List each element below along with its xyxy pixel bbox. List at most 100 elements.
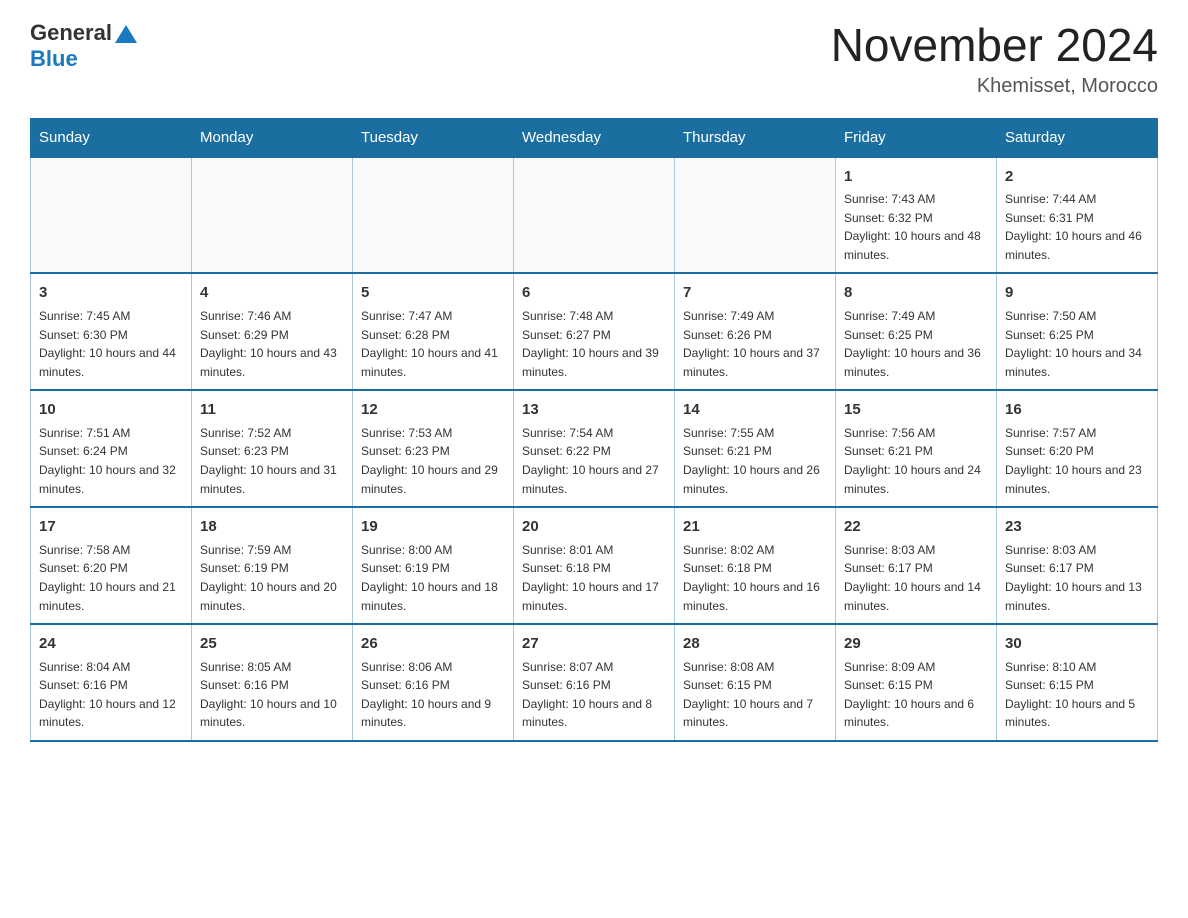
day-number: 8 xyxy=(844,282,988,305)
day-number: 16 xyxy=(1005,399,1149,422)
sun-info: Sunrise: 8:09 AM Sunset: 6:15 PM Dayligh… xyxy=(844,658,988,732)
calendar-cell: 5Sunrise: 7:47 AM Sunset: 6:28 PM Daylig… xyxy=(353,273,514,390)
sun-info: Sunrise: 7:47 AM Sunset: 6:28 PM Dayligh… xyxy=(361,307,505,381)
weekday-header-monday: Monday xyxy=(192,118,353,157)
day-number: 5 xyxy=(361,282,505,305)
day-number: 18 xyxy=(200,516,344,539)
sun-info: Sunrise: 7:57 AM Sunset: 6:20 PM Dayligh… xyxy=(1005,424,1149,498)
month-title: November 2024 xyxy=(831,20,1158,71)
calendar-cell xyxy=(675,157,836,274)
week-row-1: 1Sunrise: 7:43 AM Sunset: 6:32 PM Daylig… xyxy=(31,157,1158,274)
title-section: November 2024 Khemisset, Morocco xyxy=(831,20,1158,98)
day-number: 27 xyxy=(522,633,666,656)
calendar-cell: 23Sunrise: 8:03 AM Sunset: 6:17 PM Dayli… xyxy=(997,507,1158,624)
day-number: 30 xyxy=(1005,633,1149,656)
calendar-cell: 20Sunrise: 8:01 AM Sunset: 6:18 PM Dayli… xyxy=(514,507,675,624)
day-number: 24 xyxy=(39,633,183,656)
sun-info: Sunrise: 7:51 AM Sunset: 6:24 PM Dayligh… xyxy=(39,424,183,498)
day-number: 25 xyxy=(200,633,344,656)
logo: General Blue xyxy=(30,20,137,72)
calendar-cell: 9Sunrise: 7:50 AM Sunset: 6:25 PM Daylig… xyxy=(997,273,1158,390)
calendar-cell: 15Sunrise: 7:56 AM Sunset: 6:21 PM Dayli… xyxy=(836,390,997,507)
sun-info: Sunrise: 8:07 AM Sunset: 6:16 PM Dayligh… xyxy=(522,658,666,732)
day-number: 23 xyxy=(1005,516,1149,539)
day-number: 17 xyxy=(39,516,183,539)
sun-info: Sunrise: 8:03 AM Sunset: 6:17 PM Dayligh… xyxy=(1005,541,1149,615)
sun-info: Sunrise: 8:03 AM Sunset: 6:17 PM Dayligh… xyxy=(844,541,988,615)
day-number: 6 xyxy=(522,282,666,305)
calendar-cell: 26Sunrise: 8:06 AM Sunset: 6:16 PM Dayli… xyxy=(353,624,514,741)
day-number: 26 xyxy=(361,633,505,656)
calendar-cell: 4Sunrise: 7:46 AM Sunset: 6:29 PM Daylig… xyxy=(192,273,353,390)
day-number: 20 xyxy=(522,516,666,539)
weekday-header-wednesday: Wednesday xyxy=(514,118,675,157)
day-number: 1 xyxy=(844,166,988,189)
week-row-3: 10Sunrise: 7:51 AM Sunset: 6:24 PM Dayli… xyxy=(31,390,1158,507)
sun-info: Sunrise: 8:08 AM Sunset: 6:15 PM Dayligh… xyxy=(683,658,827,732)
sun-info: Sunrise: 7:56 AM Sunset: 6:21 PM Dayligh… xyxy=(844,424,988,498)
sun-info: Sunrise: 7:52 AM Sunset: 6:23 PM Dayligh… xyxy=(200,424,344,498)
weekday-header-sunday: Sunday xyxy=(31,118,192,157)
sun-info: Sunrise: 8:10 AM Sunset: 6:15 PM Dayligh… xyxy=(1005,658,1149,732)
calendar-cell: 18Sunrise: 7:59 AM Sunset: 6:19 PM Dayli… xyxy=(192,507,353,624)
weekday-header-thursday: Thursday xyxy=(675,118,836,157)
calendar-cell xyxy=(514,157,675,274)
calendar-cell: 28Sunrise: 8:08 AM Sunset: 6:15 PM Dayli… xyxy=(675,624,836,741)
day-number: 3 xyxy=(39,282,183,305)
sun-info: Sunrise: 7:44 AM Sunset: 6:31 PM Dayligh… xyxy=(1005,190,1149,264)
day-number: 21 xyxy=(683,516,827,539)
sun-info: Sunrise: 8:00 AM Sunset: 6:19 PM Dayligh… xyxy=(361,541,505,615)
week-row-2: 3Sunrise: 7:45 AM Sunset: 6:30 PM Daylig… xyxy=(31,273,1158,390)
day-number: 9 xyxy=(1005,282,1149,305)
calendar-cell: 11Sunrise: 7:52 AM Sunset: 6:23 PM Dayli… xyxy=(192,390,353,507)
calendar-table: SundayMondayTuesdayWednesdayThursdayFrid… xyxy=(30,118,1158,742)
location-subtitle: Khemisset, Morocco xyxy=(831,75,1158,98)
sun-info: Sunrise: 8:06 AM Sunset: 6:16 PM Dayligh… xyxy=(361,658,505,732)
day-number: 29 xyxy=(844,633,988,656)
calendar-cell: 27Sunrise: 8:07 AM Sunset: 6:16 PM Dayli… xyxy=(514,624,675,741)
weekday-header-tuesday: Tuesday xyxy=(353,118,514,157)
sun-info: Sunrise: 7:58 AM Sunset: 6:20 PM Dayligh… xyxy=(39,541,183,615)
day-number: 13 xyxy=(522,399,666,422)
day-number: 15 xyxy=(844,399,988,422)
sun-info: Sunrise: 7:50 AM Sunset: 6:25 PM Dayligh… xyxy=(1005,307,1149,381)
calendar-cell: 13Sunrise: 7:54 AM Sunset: 6:22 PM Dayli… xyxy=(514,390,675,507)
calendar-cell: 2Sunrise: 7:44 AM Sunset: 6:31 PM Daylig… xyxy=(997,157,1158,274)
sun-info: Sunrise: 7:53 AM Sunset: 6:23 PM Dayligh… xyxy=(361,424,505,498)
calendar-cell xyxy=(353,157,514,274)
calendar-cell: 7Sunrise: 7:49 AM Sunset: 6:26 PM Daylig… xyxy=(675,273,836,390)
sun-info: Sunrise: 7:49 AM Sunset: 6:25 PM Dayligh… xyxy=(844,307,988,381)
logo-general-text: General xyxy=(30,20,112,46)
week-row-5: 24Sunrise: 8:04 AM Sunset: 6:16 PM Dayli… xyxy=(31,624,1158,741)
calendar-cell: 1Sunrise: 7:43 AM Sunset: 6:32 PM Daylig… xyxy=(836,157,997,274)
week-row-4: 17Sunrise: 7:58 AM Sunset: 6:20 PM Dayli… xyxy=(31,507,1158,624)
sun-info: Sunrise: 7:55 AM Sunset: 6:21 PM Dayligh… xyxy=(683,424,827,498)
sun-info: Sunrise: 8:01 AM Sunset: 6:18 PM Dayligh… xyxy=(522,541,666,615)
calendar-cell: 25Sunrise: 8:05 AM Sunset: 6:16 PM Dayli… xyxy=(192,624,353,741)
weekday-header-friday: Friday xyxy=(836,118,997,157)
day-number: 2 xyxy=(1005,166,1149,189)
day-number: 14 xyxy=(683,399,827,422)
sun-info: Sunrise: 8:04 AM Sunset: 6:16 PM Dayligh… xyxy=(39,658,183,732)
sun-info: Sunrise: 7:45 AM Sunset: 6:30 PM Dayligh… xyxy=(39,307,183,381)
calendar-cell: 17Sunrise: 7:58 AM Sunset: 6:20 PM Dayli… xyxy=(31,507,192,624)
calendar-cell xyxy=(192,157,353,274)
logo-blue-text: Blue xyxy=(30,46,78,71)
sun-info: Sunrise: 7:43 AM Sunset: 6:32 PM Dayligh… xyxy=(844,190,988,264)
day-number: 19 xyxy=(361,516,505,539)
calendar-cell: 19Sunrise: 8:00 AM Sunset: 6:19 PM Dayli… xyxy=(353,507,514,624)
sun-info: Sunrise: 8:02 AM Sunset: 6:18 PM Dayligh… xyxy=(683,541,827,615)
logo-triangle-icon xyxy=(115,25,137,43)
sun-info: Sunrise: 7:48 AM Sunset: 6:27 PM Dayligh… xyxy=(522,307,666,381)
calendar-cell: 12Sunrise: 7:53 AM Sunset: 6:23 PM Dayli… xyxy=(353,390,514,507)
calendar-cell: 16Sunrise: 7:57 AM Sunset: 6:20 PM Dayli… xyxy=(997,390,1158,507)
day-number: 4 xyxy=(200,282,344,305)
calendar-cell: 8Sunrise: 7:49 AM Sunset: 6:25 PM Daylig… xyxy=(836,273,997,390)
sun-info: Sunrise: 7:54 AM Sunset: 6:22 PM Dayligh… xyxy=(522,424,666,498)
day-number: 11 xyxy=(200,399,344,422)
sun-info: Sunrise: 7:59 AM Sunset: 6:19 PM Dayligh… xyxy=(200,541,344,615)
calendar-cell: 14Sunrise: 7:55 AM Sunset: 6:21 PM Dayli… xyxy=(675,390,836,507)
calendar-cell xyxy=(31,157,192,274)
sun-info: Sunrise: 7:49 AM Sunset: 6:26 PM Dayligh… xyxy=(683,307,827,381)
sun-info: Sunrise: 7:46 AM Sunset: 6:29 PM Dayligh… xyxy=(200,307,344,381)
